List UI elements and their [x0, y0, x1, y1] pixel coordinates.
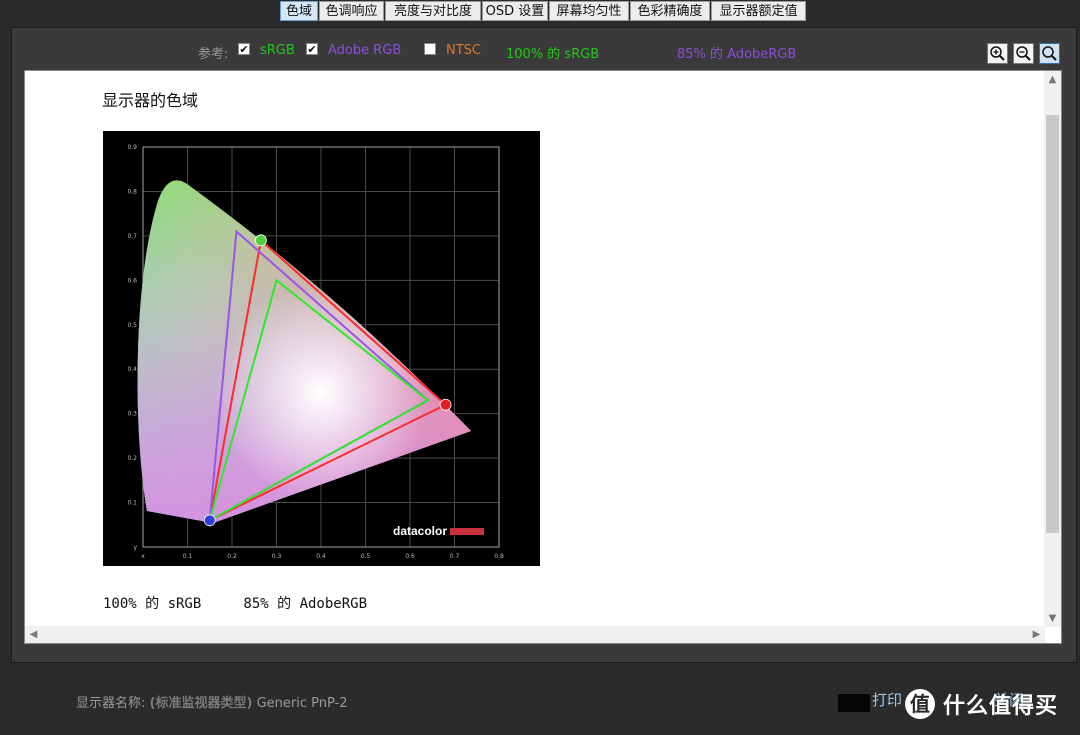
- watermark: 值 什么值得买: [905, 688, 1058, 720]
- monitor-name-label: 显示器名称:: [76, 696, 146, 711]
- adobe-rgb-checkbox[interactable]: ✔: [306, 43, 318, 55]
- vertical-scrollbar[interactable]: ▲ ▼: [1044, 71, 1061, 627]
- footer-bar: 显示器名称: (标准监视器类型) Generic PnP-2 打印 关闭 值 什…: [0, 682, 1080, 722]
- horizontal-scrollbar[interactable]: ◀ ▶: [25, 626, 1045, 643]
- tab-color-accuracy[interactable]: 色彩精确度: [630, 1, 710, 21]
- vertical-scroll-thumb[interactable]: [1046, 115, 1059, 533]
- brand-text: datacolor: [393, 524, 447, 538]
- scroll-up-arrow[interactable]: ▲: [1044, 71, 1061, 88]
- x-tick-label: 0.2: [227, 553, 237, 560]
- primary-marker: [203, 514, 216, 527]
- x-tick-label: x: [141, 553, 145, 560]
- x-tick-label: 0.1: [183, 553, 193, 560]
- reference-label: 参考:: [198, 47, 229, 62]
- y-tick-label: 0.7: [127, 233, 137, 240]
- scroll-right-arrow[interactable]: ▶: [1028, 626, 1045, 643]
- zoom-out-icon: [1016, 46, 1031, 61]
- adobe-coverage-summary: 85% 的 AdobeRGB: [677, 47, 797, 62]
- x-tick-label: 0.5: [361, 553, 371, 560]
- monitor-name-value: Generic PnP-2: [256, 696, 348, 711]
- zoom-out-button[interactable]: [1013, 43, 1034, 64]
- x-tick-label: 0.6: [405, 553, 415, 560]
- print-button[interactable]: 打印: [872, 688, 902, 712]
- x-tick-label: 0.7: [450, 553, 460, 560]
- primary-marker: [439, 398, 452, 411]
- zoom-in-icon: [990, 46, 1005, 61]
- y-tick-label: 0.6: [127, 277, 137, 284]
- scroll-left-arrow[interactable]: ◀: [25, 626, 42, 643]
- primary-marker: [255, 234, 267, 247]
- gamut-chart: x 0.1 0.2 0.3 0.4 0.5 0.6 0.7 0.8 y 0.1 0.2 0.3 0.4 0.…: [103, 131, 540, 566]
- report-document: 显示器的色域 x 0.1 0.2 0.3 0.4 0.5 0.6 0.7 0.8…: [24, 70, 1062, 644]
- y-tick-label: y: [133, 544, 137, 551]
- redaction-block: [838, 694, 870, 712]
- tab-uniformity[interactable]: 屏幕均匀性: [549, 1, 629, 21]
- y-tick-label: 0.1: [127, 500, 137, 507]
- document-caption: 100% 的 sRGB 85% 的 AdobeRGB: [103, 596, 368, 612]
- watermark-text: 什么值得买: [943, 694, 1059, 719]
- x-tick-label: 0.8: [494, 553, 504, 560]
- tab-brightness-contrast[interactable]: 亮度与对比度: [385, 1, 481, 21]
- watermark-logo: 值: [905, 689, 935, 719]
- tab-rating[interactable]: 显示器额定值: [711, 1, 806, 21]
- y-tick-label: 0.4: [127, 366, 137, 373]
- y-tick-label: 0.9: [127, 144, 137, 151]
- srgb-coverage-summary: 100% 的 sRGB: [506, 47, 600, 62]
- srgb-checkbox[interactable]: ✔: [238, 43, 250, 55]
- y-tick-label: 0.3: [127, 411, 137, 418]
- ntsc-option-label: NTSC: [446, 43, 481, 58]
- reference-bar: 参考: ✔ sRGB ✔ Adobe RGB NTSC 100% 的 sRGB …: [0, 40, 1080, 62]
- tab-bar: 色域 色调响应 亮度与对比度 OSD 设置 屏幕均匀性 色彩精确度 显示器额定值: [0, 0, 1080, 22]
- y-tick-label: 0.8: [127, 188, 137, 195]
- zoom-in-button[interactable]: [987, 43, 1008, 64]
- x-tick-label: 0.3: [272, 553, 282, 560]
- ntsc-checkbox[interactable]: [424, 43, 436, 55]
- monitor-name-line: 显示器名称: (标准监视器类型) Generic PnP-2: [76, 692, 347, 711]
- srgb-option-label: sRGB: [260, 43, 295, 58]
- document-title: 显示器的色域: [102, 91, 199, 110]
- y-tick-label: 0.2: [127, 455, 137, 462]
- brand-bar: [450, 528, 484, 535]
- tab-tone-response[interactable]: 色调响应: [319, 1, 384, 21]
- tab-gamut[interactable]: 色域: [280, 1, 318, 21]
- y-tick-label: 0.5: [127, 322, 137, 329]
- adobe-rgb-option-label: Adobe RGB: [328, 43, 402, 58]
- x-tick-label: 0.4: [316, 553, 326, 560]
- zoom-fit-button[interactable]: [1039, 43, 1060, 64]
- scroll-down-arrow[interactable]: ▼: [1044, 610, 1061, 627]
- tab-osd-settings[interactable]: OSD 设置: [482, 1, 548, 21]
- monitor-type: (标准监视器类型): [149, 696, 253, 711]
- zoom-fit-icon: [1042, 46, 1057, 61]
